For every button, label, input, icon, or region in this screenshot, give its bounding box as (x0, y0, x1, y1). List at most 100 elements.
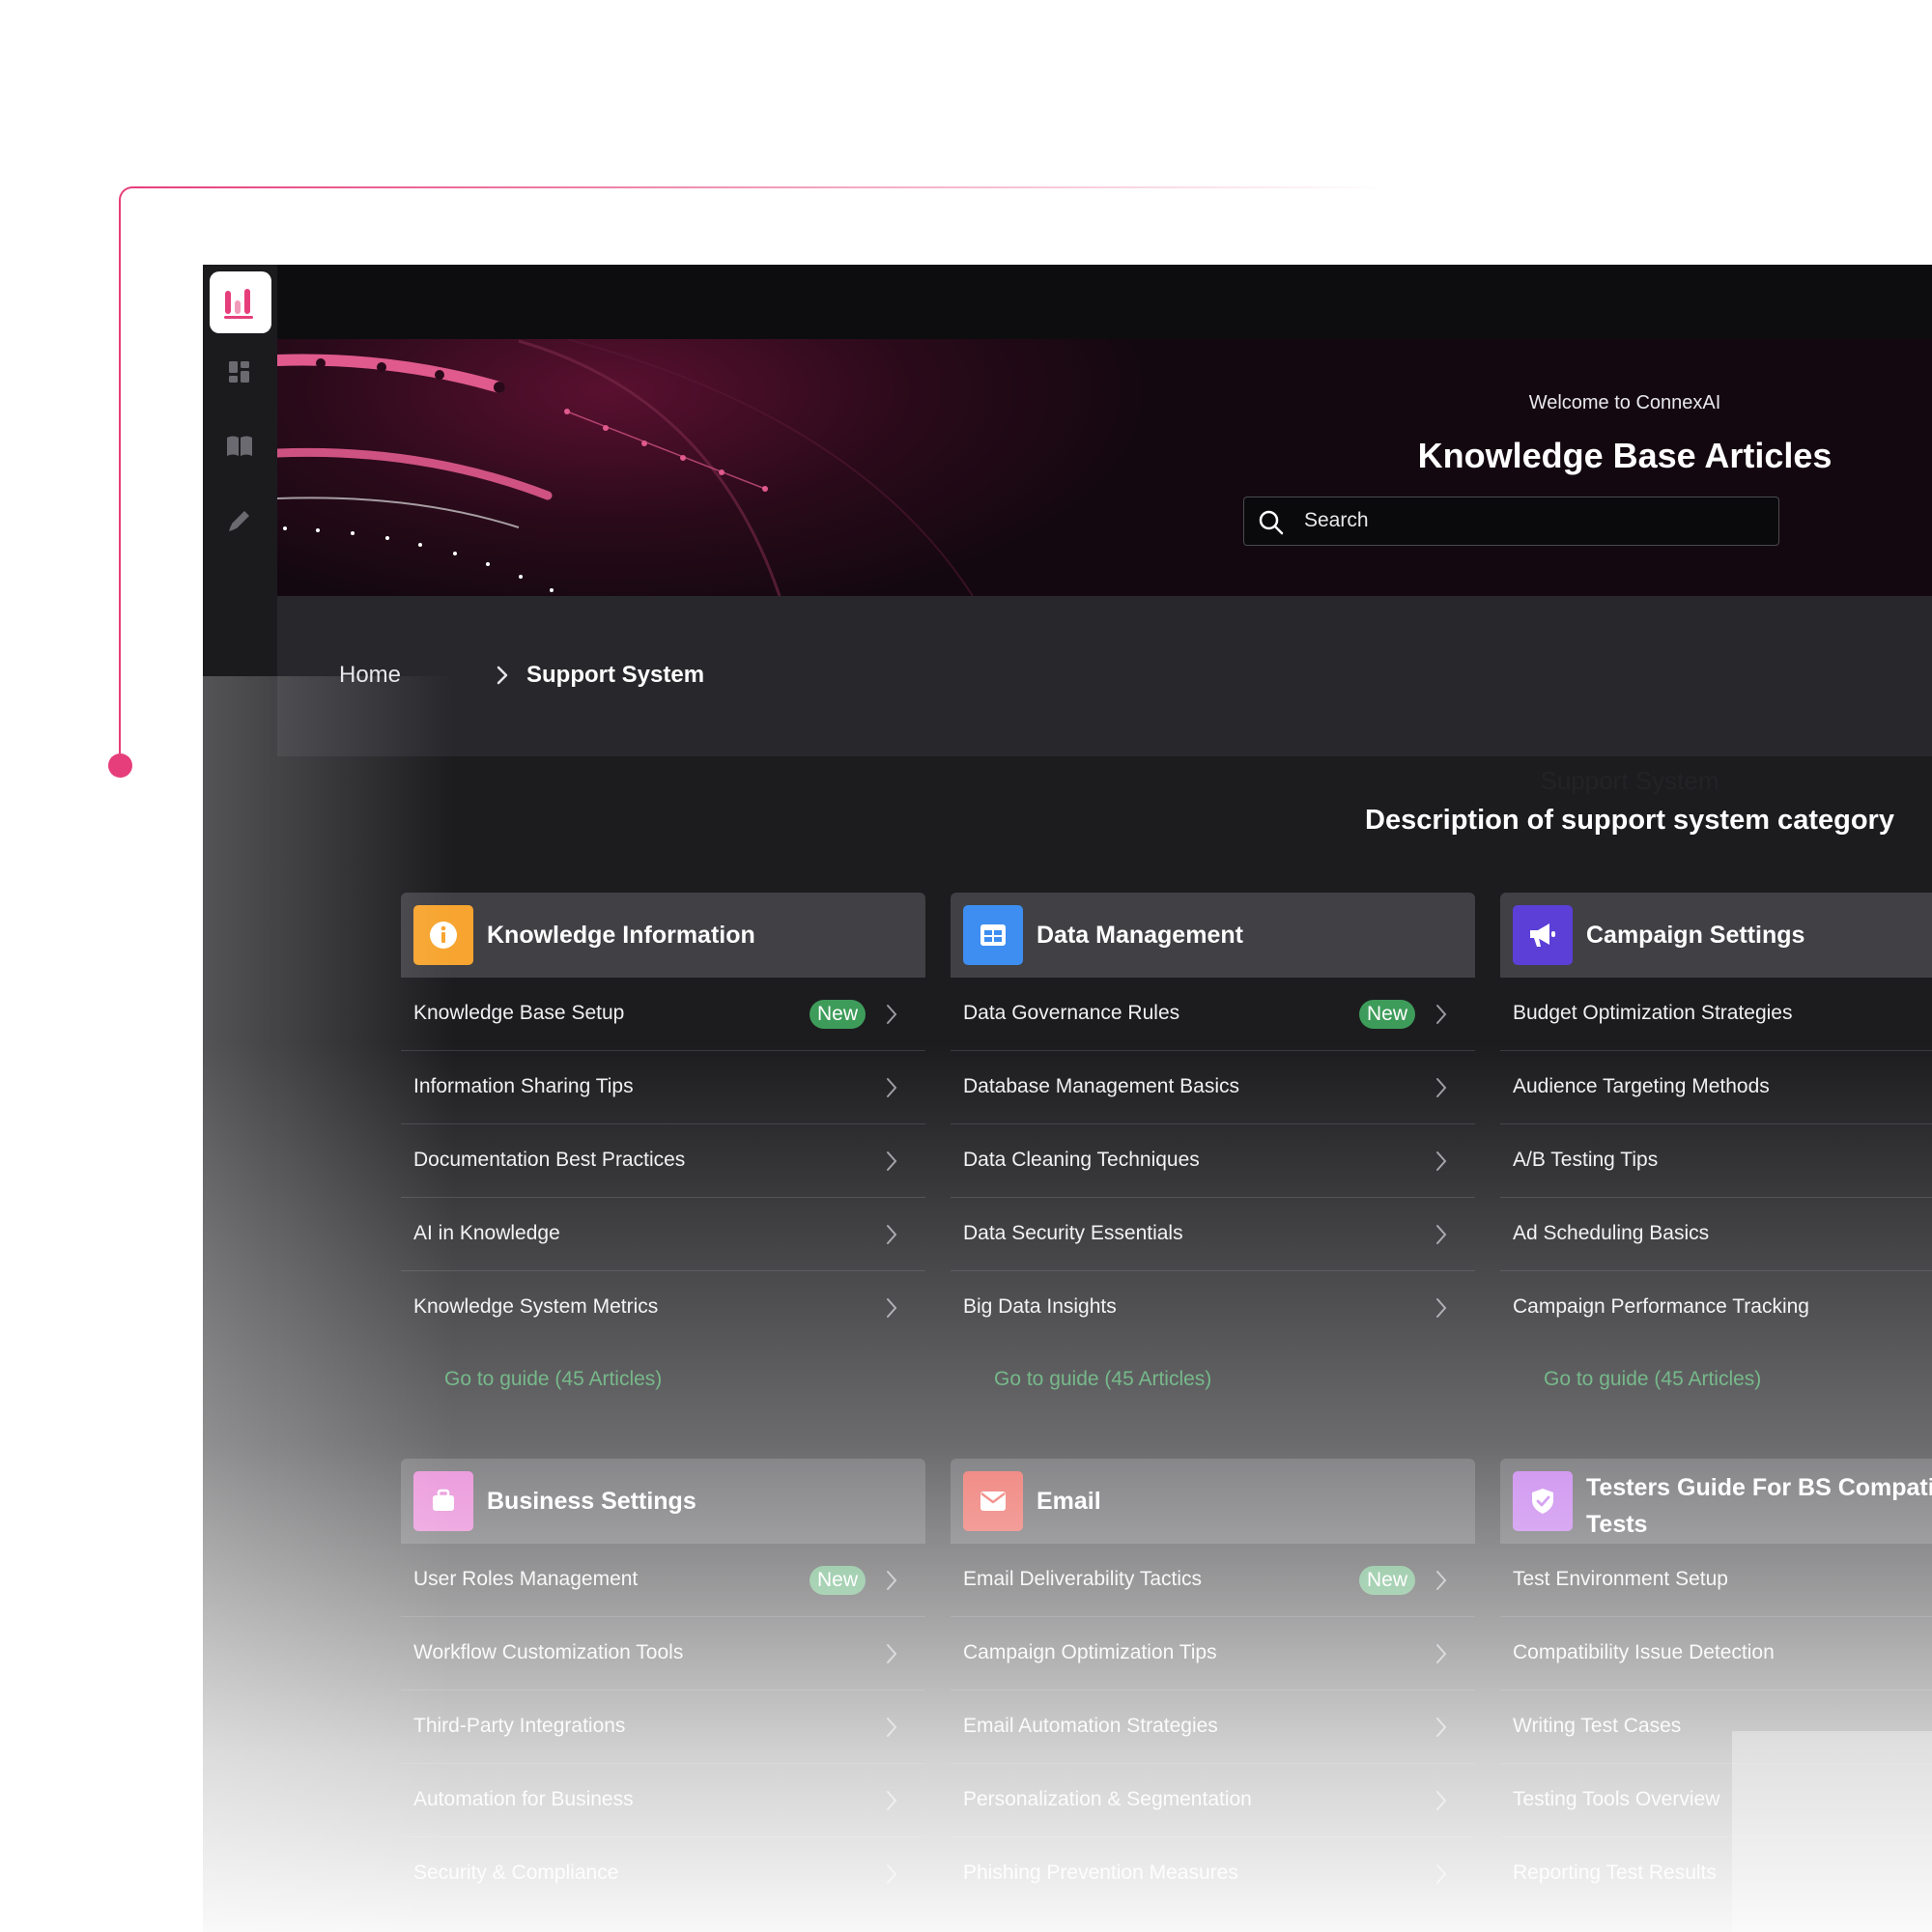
article-row[interactable]: Test Environment SetupN (1500, 1544, 1932, 1617)
new-badge: New (809, 1000, 866, 1029)
article-row[interactable]: Knowledge Base Setup New (401, 978, 925, 1051)
article-row[interactable]: Knowledge System Metrics (401, 1271, 925, 1345)
category-card-business-settings: Business Settings User Roles Management N… (401, 1459, 925, 1911)
chevron-right-icon (887, 1298, 897, 1318)
book-icon[interactable] (224, 431, 255, 462)
article-label: Personalization & Segmentation (963, 1788, 1252, 1810)
go-to-guide-link[interactable]: Go to guide (45 Articles) (1544, 1368, 1761, 1391)
article-row[interactable]: Security & Compliance (401, 1837, 925, 1911)
article-row[interactable]: Reporting Test Results (1500, 1837, 1932, 1911)
article-row[interactable]: A/B Testing Tips (1500, 1124, 1932, 1198)
category-card-header[interactable]: Data Management (951, 893, 1475, 978)
article-row[interactable]: Big Data Insights (951, 1271, 1475, 1345)
article-row[interactable]: Automation for Business (401, 1764, 925, 1837)
article-row[interactable]: Campaign Optimization Tips (951, 1617, 1475, 1690)
shield-check-icon (1513, 1471, 1573, 1531)
category-card-header[interactable]: Testers Guide For BS Compatib Tests (1500, 1459, 1932, 1544)
category-title: Knowledge Information (487, 922, 755, 949)
article-label: Audience Targeting Methods (1513, 1075, 1770, 1097)
breadcrumb: Home Support System (277, 596, 1932, 756)
guide-link-container: Go to guide (45 Articles) (1500, 1345, 1932, 1412)
main-content: Support System Description of support sy… (277, 756, 1932, 1932)
chevron-right-icon (1436, 1864, 1447, 1884)
article-label: Big Data Insights (963, 1295, 1117, 1318)
top-bar (277, 265, 1932, 339)
search-icon (1259, 510, 1284, 535)
article-row[interactable]: Documentation Best Practices (401, 1124, 925, 1198)
bar-chart-logo-icon (224, 289, 253, 319)
article-label: A/B Testing Tips (1513, 1149, 1659, 1171)
article-row[interactable]: Data Governance Rules New (951, 978, 1475, 1051)
category-title: Email (1037, 1488, 1101, 1515)
article-row[interactable]: Campaign Performance Tracking (1500, 1271, 1932, 1345)
pencil-icon[interactable] (224, 505, 255, 536)
article-row[interactable]: Email Deliverability Tactics New (951, 1544, 1475, 1617)
article-row[interactable]: AI in Knowledge (401, 1198, 925, 1271)
category-card-header[interactable]: Campaign Settings (1500, 893, 1932, 978)
article-row[interactable]: Budget Optimization StrategiesN (1500, 978, 1932, 1051)
article-row[interactable]: Data Security Essentials (951, 1198, 1475, 1271)
search-input[interactable] (1304, 497, 1768, 544)
dashboard-icon[interactable] (224, 356, 255, 387)
page-title: Knowledge Base Articles (1417, 436, 1833, 475)
app-logo[interactable] (210, 271, 271, 333)
go-to-guide-link[interactable]: Go to guide (45 Articles) (994, 1368, 1211, 1391)
article-label: Third-Party Integrations (413, 1715, 626, 1737)
article-row[interactable]: Workflow Customization Tools (401, 1617, 925, 1690)
article-row[interactable]: Phishing Prevention Measures (951, 1837, 1475, 1911)
article-row[interactable]: Writing Test Cases (1500, 1690, 1932, 1764)
article-label: Automation for Business (413, 1788, 634, 1810)
chevron-right-icon (1436, 1005, 1447, 1024)
guide-link-container: Go to guide (45 Articles) (401, 1345, 925, 1412)
sidebar (203, 265, 277, 1932)
category-title: Campaign Settings (1586, 922, 1805, 949)
search-box[interactable] (1243, 497, 1779, 546)
section-description: Description of support system category (1365, 805, 1894, 836)
megaphone-icon (1513, 905, 1573, 965)
article-label: Reporting Test Results (1513, 1861, 1717, 1884)
briefcase-icon (413, 1471, 473, 1531)
category-card-header[interactable]: Business Settings (401, 1459, 925, 1544)
article-row[interactable]: Information Sharing Tips (401, 1051, 925, 1124)
chevron-right-icon (887, 1078, 897, 1097)
category-title: Testers Guide For BS Compatib Tests (1586, 1469, 1932, 1543)
article-label: Budget Optimization Strategies (1513, 1002, 1793, 1024)
category-title-line-2: Tests (1586, 1511, 1648, 1538)
category-card-testers-guide: Testers Guide For BS Compatib Tests Test … (1500, 1459, 1932, 1911)
article-label: User Roles Management (413, 1568, 639, 1590)
article-label: Email Deliverability Tactics (963, 1568, 1203, 1590)
article-row[interactable]: User Roles Management New (401, 1544, 925, 1617)
article-label: Information Sharing Tips (413, 1075, 634, 1097)
article-row[interactable]: Third-Party Integrations (401, 1690, 925, 1764)
article-label: Documentation Best Practices (413, 1149, 686, 1171)
chevron-right-icon (1436, 1791, 1447, 1810)
article-label: Test Environment Setup (1513, 1568, 1728, 1590)
category-title: Data Management (1037, 922, 1243, 949)
chevron-right-icon (887, 1571, 897, 1590)
guide-link-container: Go to guide (45 Articles) (951, 1345, 1475, 1412)
go-to-guide-link[interactable]: Go to guide (45 Articles) (444, 1368, 662, 1391)
article-label: AI in Knowledge (413, 1222, 560, 1244)
article-label: Workflow Customization Tools (413, 1641, 684, 1663)
article-row[interactable]: Compatibility Issue Detection (1500, 1617, 1932, 1690)
article-label: Email Automation Strategies (963, 1715, 1218, 1737)
category-card-data-management: Data Management Data Governance Rules New… (951, 893, 1475, 1412)
article-row[interactable]: Data Cleaning Techniques (951, 1124, 1475, 1198)
article-row[interactable]: Database Management Basics (951, 1051, 1475, 1124)
article-row[interactable]: Ad Scheduling Basics (1500, 1198, 1932, 1271)
breadcrumb-home-link[interactable]: Home (339, 662, 401, 689)
hero-banner: Welcome to ConnexAI Knowledge Base Artic… (277, 339, 1932, 596)
app-window: Welcome to ConnexAI Knowledge Base Artic… (203, 265, 1932, 1932)
article-row[interactable]: Testing Tools Overview (1500, 1764, 1932, 1837)
category-card-header[interactable]: Knowledge Information (401, 893, 925, 978)
category-card-header[interactable]: Email (951, 1459, 1475, 1544)
article-row[interactable]: Personalization & Segmentation (951, 1764, 1475, 1837)
chevron-right-icon (1436, 1571, 1447, 1590)
article-row[interactable]: Audience Targeting Methods (1500, 1051, 1932, 1124)
article-label: Phishing Prevention Measures (963, 1861, 1238, 1884)
article-label: Data Governance Rules (963, 1002, 1180, 1024)
article-label: Security & Compliance (413, 1861, 619, 1884)
chevron-right-icon (887, 1225, 897, 1244)
article-row[interactable]: Email Automation Strategies (951, 1690, 1475, 1764)
table-icon (963, 905, 1023, 965)
